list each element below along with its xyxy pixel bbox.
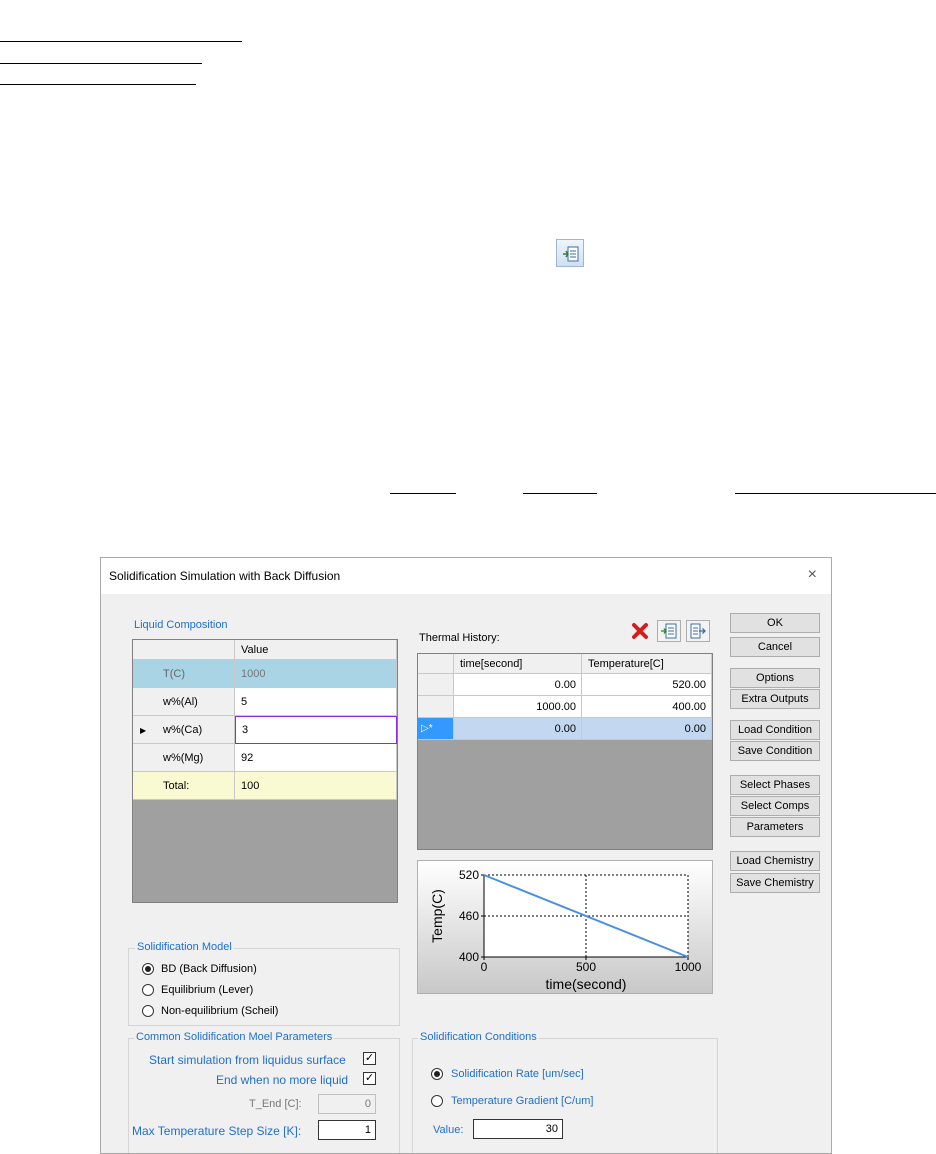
- value-cell-total: 100: [235, 772, 397, 800]
- value-column-header: Value: [235, 640, 397, 660]
- time-cell-new[interactable]: 0.00: [454, 718, 582, 740]
- solidification-dialog: Solidification Simulation with Back Diff…: [100, 557, 832, 1154]
- doc-underline-5: [523, 493, 597, 494]
- th-grid-corner: [418, 654, 454, 674]
- value-cell-ca[interactable]: 3: [235, 716, 397, 744]
- save-condition-button[interactable]: Save Condition: [730, 741, 820, 761]
- thermal-history-grid[interactable]: time[second] Temperature[C] 0.00 520.00 …: [417, 653, 713, 850]
- t-end-input: 0: [318, 1094, 376, 1114]
- time-cell-1[interactable]: 0.00: [454, 674, 582, 696]
- value-cell-al[interactable]: 5: [235, 688, 397, 716]
- extra-outputs-button[interactable]: Extra Outputs: [730, 689, 820, 709]
- row-label-mg: w%(Mg): [133, 744, 235, 772]
- grid-corner: [133, 640, 235, 660]
- options-button[interactable]: Options: [730, 668, 820, 688]
- temp-cell-new[interactable]: 0.00: [582, 718, 712, 740]
- title-bar: Solidification Simulation with Back Diff…: [101, 558, 831, 594]
- append-row-icon[interactable]: [686, 620, 710, 642]
- cancel-button[interactable]: Cancel: [730, 637, 820, 657]
- start-liquidus-checkbox[interactable]: ✓: [363, 1052, 376, 1065]
- x-tick-label: 0: [481, 960, 488, 974]
- y-tick-label: 400: [459, 950, 479, 964]
- t-end-label: T_End [C]:: [249, 1098, 302, 1110]
- radio-equilibrium-label: Equilibrium (Lever): [161, 984, 254, 996]
- max-step-label: Max Temperature Step Size [K]:: [132, 1124, 302, 1138]
- th-row-header-2: [418, 696, 454, 718]
- th-new-row-marker: ▷*: [418, 718, 454, 740]
- end-no-liquid-checkbox[interactable]: ✓: [363, 1072, 376, 1085]
- insert-row-icon: [556, 239, 584, 267]
- insert-row-button-icon[interactable]: [657, 620, 681, 642]
- doc-underline-1: [0, 41, 242, 42]
- temperature-gradient-label: Temperature Gradient [C/um]: [451, 1095, 594, 1107]
- liquid-composition-label: Liquid Composition: [134, 619, 228, 631]
- y-tick-label: 460: [459, 909, 479, 923]
- x-tick-label: 1000: [675, 960, 702, 974]
- value-label: Value:: [433, 1124, 464, 1136]
- radio-scheil[interactable]: [142, 1005, 154, 1017]
- value-input[interactable]: 30: [473, 1119, 563, 1139]
- x-axis-label: time(second): [546, 976, 627, 992]
- solidification-model-label: Solidification Model: [135, 941, 234, 953]
- value-cell-tc: 1000: [235, 660, 397, 688]
- doc-underline-2: [0, 63, 202, 64]
- row-label-total: Total:: [133, 772, 235, 800]
- thermal-history-label: Thermal History:: [419, 632, 500, 644]
- current-row-arrow-icon: ▶: [140, 726, 147, 735]
- row-label-tc: T(C): [133, 660, 235, 688]
- end-no-liquid-label: End when no more liquid: [216, 1073, 349, 1087]
- radio-bd[interactable]: [142, 963, 154, 975]
- time-column-header: time[second]: [454, 654, 582, 674]
- row-label-al: w%(Al): [133, 688, 235, 716]
- radio-equilibrium[interactable]: [142, 984, 154, 996]
- temperature-column-header: Temperature[C]: [582, 654, 712, 674]
- load-condition-button[interactable]: Load Condition: [730, 720, 820, 740]
- radio-scheil-label: Non-equilibrium (Scheil): [161, 1005, 279, 1017]
- doc-underline-4: [390, 493, 456, 494]
- chart-svg: 0 500 1000 400 460 520 time(second) Temp(C): [429, 868, 702, 992]
- th-row-header-1: [418, 674, 454, 696]
- select-phases-button[interactable]: Select Phases: [730, 775, 820, 795]
- solidification-rate-label: Solidification Rate [um/sec]: [451, 1068, 584, 1080]
- solidification-conditions-label: Solidification Conditions: [418, 1031, 539, 1043]
- select-comps-button[interactable]: Select Comps: [730, 796, 820, 816]
- x-tick-label: 500: [576, 960, 596, 974]
- time-cell-2[interactable]: 1000.00: [454, 696, 582, 718]
- delete-row-icon[interactable]: [628, 620, 652, 642]
- temp-cell-2[interactable]: 400.00: [582, 696, 712, 718]
- temp-cell-1[interactable]: 520.00: [582, 674, 712, 696]
- row-label-ca: w%(Ca): [133, 716, 235, 744]
- common-params-label: Common Solidification Moel Parameters: [134, 1031, 335, 1043]
- value-cell-mg[interactable]: 92: [235, 744, 397, 772]
- radio-bd-label: BD (Back Diffusion): [161, 963, 257, 975]
- y-axis-label: Temp(C): [429, 889, 445, 943]
- save-chemistry-button[interactable]: Save Chemistry: [730, 873, 820, 893]
- doc-underline-3: [0, 84, 196, 85]
- doc-underline-6: [735, 493, 936, 494]
- start-liquidus-label: Start simulation from liquidus surface: [149, 1053, 346, 1067]
- ok-button[interactable]: OK: [730, 613, 820, 633]
- thermal-history-chart: 0 500 1000 400 460 520 time(second) Temp(C): [417, 860, 713, 994]
- radio-solidification-rate[interactable]: [431, 1068, 443, 1080]
- max-step-input[interactable]: 1: [318, 1120, 376, 1140]
- load-chemistry-button[interactable]: Load Chemistry: [730, 851, 820, 871]
- radio-temperature-gradient[interactable]: [431, 1095, 443, 1107]
- liquid-composition-grid[interactable]: Value T(C) 1000 w%(Al) 5 w%(Ca) ▶ 3 w%(M…: [132, 639, 398, 903]
- window-title: Solidification Simulation with Back Diff…: [109, 569, 341, 583]
- parameters-button[interactable]: Parameters: [730, 817, 820, 837]
- y-tick-label: 520: [459, 868, 479, 882]
- close-icon[interactable]: ×: [808, 566, 817, 584]
